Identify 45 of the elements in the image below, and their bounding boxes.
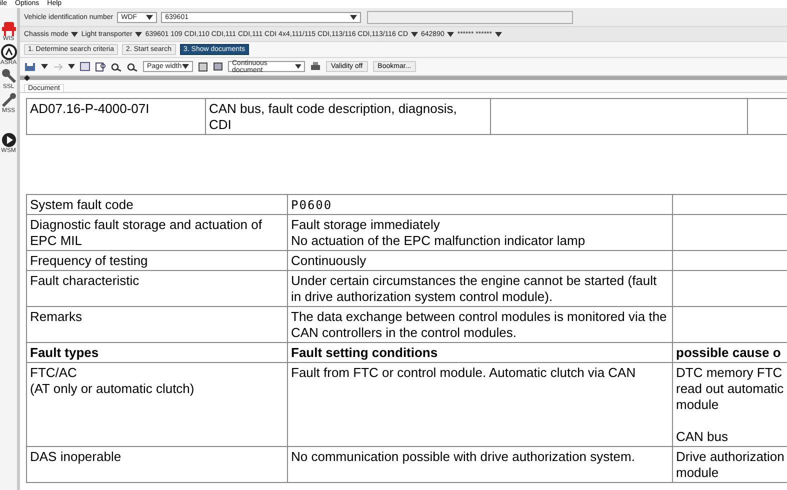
table-cell: Remarks <box>26 306 288 342</box>
table-cell-text: Fault storage immediately <box>291 217 441 233</box>
caret-icon <box>68 64 75 69</box>
table-cell-text: Drive authorization module <box>676 449 786 481</box>
caret-icon <box>71 32 78 36</box>
table-cell: Diagnostic fault storage and actuation of EPC MIL <box>26 214 288 250</box>
caret-icon <box>41 64 48 69</box>
caret-icon <box>447 32 454 36</box>
toc-icon <box>80 62 90 71</box>
table-cell-text: Continuously <box>291 253 368 269</box>
table-cell-text: The data exchange between control modules is monitored via the CAN controllers in the control modules. <box>291 309 668 341</box>
wrench-icon <box>0 92 16 108</box>
table-cell-text: No actuation of the EPC malfunction indicator lamp <box>291 233 586 249</box>
zoom-out-icon <box>111 62 122 72</box>
table-cell-text: (AT only or automatic clutch) <box>30 381 196 397</box>
table-cell-text: DAS inoperable <box>30 449 122 465</box>
caret-icon <box>411 32 418 36</box>
column-header: Fault setting conditions <box>288 342 672 362</box>
car-lift-icon <box>0 20 16 36</box>
zoom-in-icon <box>127 62 138 72</box>
table-cell-text: Fault from FTC or control module. Automatic clutch via CAN <box>291 365 637 381</box>
table-cell-text: DTC memory FTC read out automatic module <box>676 365 785 413</box>
caret-icon <box>182 64 189 69</box>
save-icon <box>24 62 36 72</box>
empty-input-field[interactable] <box>367 10 574 24</box>
table-cell-text: No communication possible with drive authorization system. <box>291 449 636 465</box>
table-cell-text: FTC/AC <box>30 365 78 381</box>
page-icon <box>198 62 208 72</box>
caret-icon <box>495 32 502 36</box>
arrow-icon <box>53 62 63 70</box>
table-cell-text: P0600 <box>291 197 334 213</box>
column-header: Fault types <box>26 342 288 362</box>
table-cell: Frequency of testing <box>26 250 288 270</box>
table-cell-text: CAN bus <box>676 429 730 445</box>
document-title: CAN bus, fault code description, diagnosis, CDI <box>206 98 490 134</box>
caret-icon <box>350 14 358 20</box>
caret-icon <box>146 14 154 20</box>
printer-icon <box>310 61 321 72</box>
caret-icon <box>135 32 142 36</box>
table-cell-text: Under certain circumstances the engine cannot be started (fault in drive authorization system control module). <box>291 273 658 305</box>
wrench-icon <box>0 68 16 84</box>
caret-icon <box>294 64 301 69</box>
table-cell: System fault code <box>26 194 288 214</box>
table-cell: Fault characteristic <box>26 270 288 306</box>
document-code: AD07.16-P-4000-07I <box>26 98 206 134</box>
